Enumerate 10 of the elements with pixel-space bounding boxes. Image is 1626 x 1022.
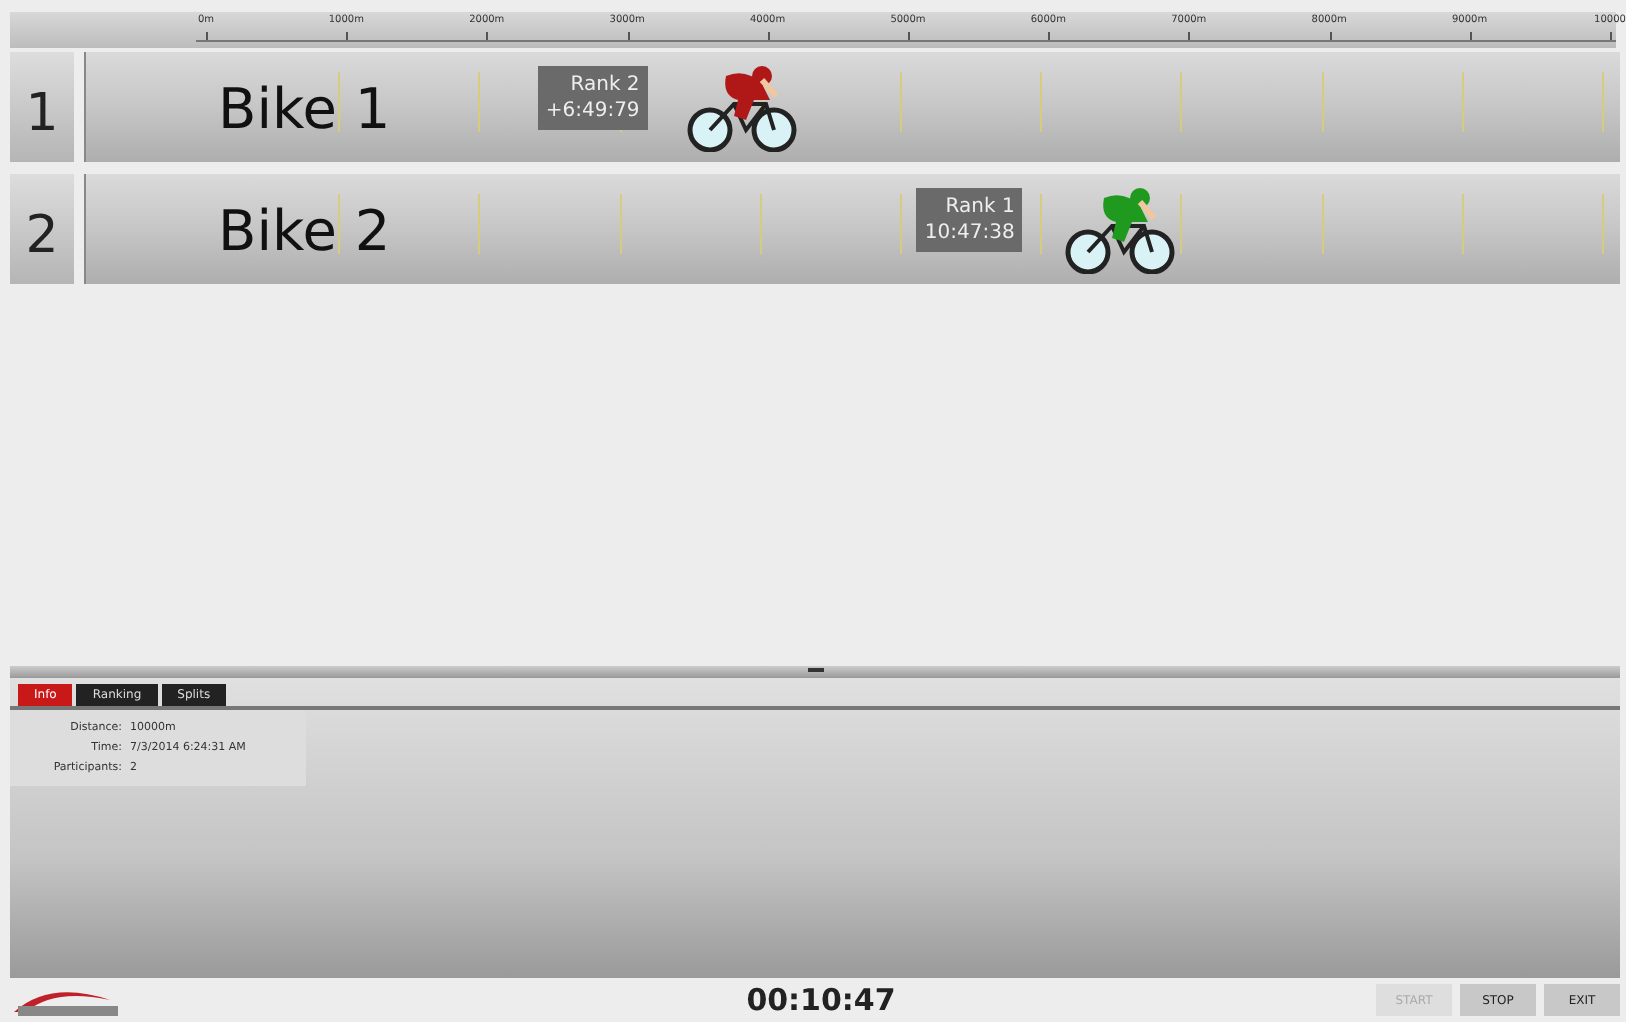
lane-number: 2 <box>10 174 74 284</box>
rank-text: Rank 2 <box>570 72 640 98</box>
splitter-handle[interactable] <box>807 668 823 672</box>
rider-name: Bike 2 <box>218 198 391 264</box>
lane-number: 1 <box>10 52 74 162</box>
time-text: +6:49:79 <box>545 98 640 124</box>
time-text: 10:47:38 <box>924 220 1015 246</box>
rank-text: Rank 1 <box>945 194 1015 220</box>
race-clock: 00:10:47 <box>744 982 898 1018</box>
rider-name: Bike 1 <box>218 76 391 142</box>
